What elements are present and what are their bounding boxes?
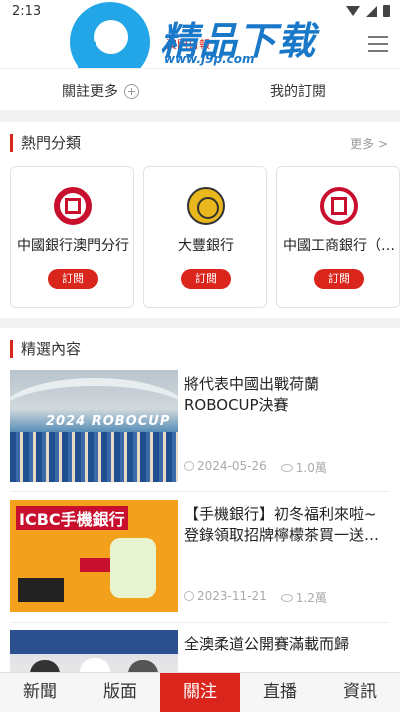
signal-icon: [366, 5, 377, 17]
nav-follow[interactable]: 關注: [160, 673, 240, 712]
subscribe-button[interactable]: 訂閱: [181, 269, 231, 289]
category-name: 中國銀行澳門分行: [17, 238, 129, 254]
thumbnail-text: 2024 ROBOCUP: [46, 414, 171, 429]
plus-circle-icon: [124, 83, 139, 99]
app-header: 澳門日報 精品下载 www.j9p.com: [0, 2, 400, 82]
nav-news[interactable]: 新聞: [0, 673, 80, 712]
tai-fung-bank-logo-icon: [187, 187, 225, 225]
article-thumbnail: ICBC手機銀行: [10, 500, 178, 612]
follow-more-button[interactable]: 關註更多: [62, 81, 139, 101]
status-time: 2:13: [12, 4, 42, 19]
divider: [10, 491, 390, 492]
article-date: 2024-05-26: [197, 459, 267, 473]
article-views: 1.0萬: [295, 461, 327, 475]
category-card[interactable]: 大豐銀行 訂閱: [143, 166, 267, 308]
article-meta: 2023-11-21 1.2萬: [184, 589, 327, 606]
watermark-site: www.j9p.com: [164, 52, 255, 66]
icbc-logo-icon: [320, 187, 358, 225]
battery-icon: [383, 5, 390, 17]
thumbnail-text: ICBC手機銀行: [16, 506, 128, 530]
app-screen: 2:13 澳門日報 精品下载 www.j9p.com 關註更多 我的訂閱 熱門分…: [0, 0, 400, 712]
menu-icon[interactable]: [368, 36, 388, 52]
wifi-icon: [346, 6, 360, 16]
subscribe-button[interactable]: 訂閱: [48, 269, 98, 289]
article-title: 將代表中國出戰荷蘭ROBOCUP決賽: [184, 375, 320, 414]
category-cards: 中國銀行澳門分行 訂閱 大豐銀行 訂閱 中國工商銀行（… 訂閱: [10, 166, 400, 308]
article-views: 1.2萬: [295, 591, 327, 605]
featured-section: 精選內容 2024 ROBOCUP 將代表中國出戰荷蘭ROBOCUP決賽 202…: [0, 328, 400, 712]
subscription-tabs: 關註更多 我的訂閱: [0, 68, 400, 110]
category-name: 大豐銀行: [178, 238, 234, 254]
follow-more-label: 關註更多: [62, 84, 118, 100]
more-link[interactable]: 更多 >: [350, 135, 388, 152]
clock-icon: [184, 591, 194, 601]
divider: [10, 622, 390, 623]
nav-layout[interactable]: 版面: [80, 673, 160, 712]
hot-categories-title: 熱門分類: [10, 134, 81, 152]
clock-icon: [184, 461, 194, 471]
article-date: 2023-11-21: [197, 589, 267, 603]
bank-of-china-logo-icon: [54, 187, 92, 225]
eye-icon: [280, 594, 293, 602]
article-thumbnail: 2024 ROBOCUP: [10, 370, 178, 482]
category-card[interactable]: 中國工商銀行（… 訂閱: [276, 166, 400, 308]
hot-categories-section: 熱門分類 更多 > 中國銀行澳門分行 訂閱 大豐銀行 訂閱 中國工商銀行（… 訂…: [0, 122, 400, 318]
category-name: 中國工商銀行（…: [283, 238, 395, 254]
nav-live[interactable]: 直播: [240, 673, 320, 712]
article-title: 全澳柔道公開賽滿載而歸: [184, 635, 350, 653]
eye-icon: [280, 464, 293, 472]
article-item[interactable]: 2024 ROBOCUP 將代表中國出戰荷蘭ROBOCUP決賽 2024-05-…: [10, 370, 390, 482]
article-item[interactable]: ICBC手機銀行 【手機銀行】初冬福利來啦~登錄領取招牌檸檬茶買一送… 2023…: [10, 500, 390, 612]
bottom-navigation: 新聞 版面 關注 直播 資訊: [0, 672, 400, 712]
category-card[interactable]: 中國銀行澳門分行 訂閱: [10, 166, 134, 308]
nav-info[interactable]: 資訊: [320, 673, 400, 712]
article-meta: 2024-05-26 1.0萬: [184, 459, 327, 476]
featured-title: 精選內容: [10, 340, 81, 358]
status-icons: [346, 5, 390, 17]
subscribe-button[interactable]: 訂閱: [314, 269, 364, 289]
article-title: 【手機銀行】初冬福利來啦~登錄領取招牌檸檬茶買一送…: [184, 505, 380, 544]
my-subscriptions-tab[interactable]: 我的訂閱: [270, 81, 326, 101]
